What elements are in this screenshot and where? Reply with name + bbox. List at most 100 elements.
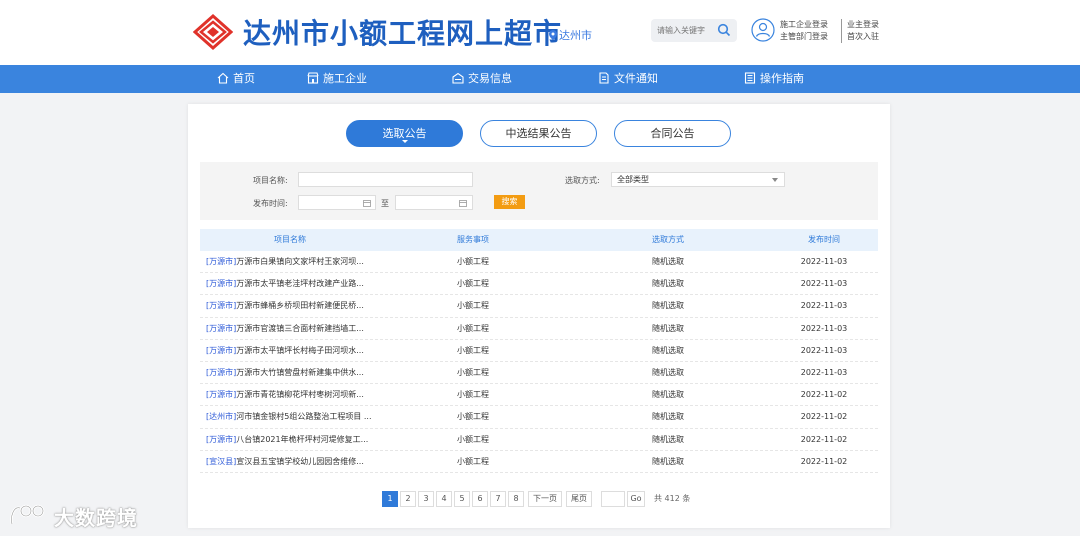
page-button[interactable]: 4: [436, 491, 452, 507]
project-name: 万源市官渡镇三合面村新建挡墙工...: [236, 323, 364, 333]
method-select-value: 全部类型: [617, 175, 649, 184]
table-row[interactable]: [万源市]万源市太平镇老洼坪村改建产业路... 小额工程 随机选取 2022-11-0…: [200, 273, 878, 296]
search-icon[interactable]: [717, 23, 731, 37]
login-links-group: 施工企业登录 主管部门登录: [780, 19, 828, 43]
table-row[interactable]: [万源市]万源市白果镇向文家坪村王家河坝... 小额工程 随机选取 2022-11-0…: [200, 251, 878, 274]
project-name: 八台镇2021年桅杆坪村河堤修复工...: [236, 434, 369, 444]
project-name-cell[interactable]: [万源市]万源市青花镇柳花坪村枣树河坝新...: [206, 384, 364, 406]
nav-item-contractors[interactable]: 施工企业: [307, 65, 367, 93]
table-row[interactable]: [宣汉县]宣汉县五宝镇学校幼儿园园舍维修... 小额工程 随机选取 2022-11-0…: [200, 451, 878, 473]
filter-area: 项目名称: 选取方式: 全部类型 发布时间: 至 搜索: [200, 162, 878, 220]
main-nav: 首页 施工企业 交易信息 文件通知 操作指南: [0, 65, 1080, 93]
project-name: 万源市太平镇坪长村梅子田河坝水...: [236, 345, 364, 355]
calendar-icon[interactable]: [363, 199, 371, 207]
contractor-login-link[interactable]: 施工企业登录: [780, 19, 828, 31]
search-box: [651, 19, 737, 42]
date-cell: 2022-11-03: [800, 345, 848, 355]
tab-label: 中选结果公告: [505, 127, 572, 140]
user-icon: [751, 18, 775, 42]
owner-login-link[interactable]: 业主登录: [847, 19, 879, 31]
search-input[interactable]: [657, 23, 713, 38]
method-label: 选取方式:: [565, 176, 600, 185]
project-name-cell[interactable]: [宣汉县]宣汉县五宝镇学校幼儿园园舍维修...: [206, 451, 364, 473]
date-cell: 2022-11-02: [800, 390, 848, 400]
service-cell: 小额工程: [457, 323, 489, 333]
project-name: 万源市白果镇向文家坪村王家河坝...: [236, 257, 364, 266]
first-entry-link[interactable]: 首次入驻: [847, 31, 879, 43]
method-select[interactable]: 全部类型: [611, 172, 785, 187]
last-page-button[interactable]: 尾页: [566, 491, 592, 507]
table-row[interactable]: [万源市]万源市大竹镇营盘村新建集中供水... 小额工程 随机选取 2022-11-0…: [200, 362, 878, 385]
city-label: 达州市: [559, 29, 592, 42]
region-tag: [宣汉县]: [206, 456, 237, 466]
tab-result-notice[interactable]: 中选结果公告: [480, 120, 597, 147]
city-selector[interactable]: 达州市: [549, 27, 592, 43]
table-row[interactable]: [万源市]八台镇2021年桅杆坪村河堤修复工... 小额工程 随机选取 2022-11…: [200, 429, 878, 451]
service-cell: 小额工程: [457, 345, 489, 355]
tab-selection-notice[interactable]: 选取公告: [346, 120, 463, 147]
project-name: 万源市大竹镇营盘村新建集中供水...: [236, 367, 364, 377]
page-button[interactable]: 3: [418, 491, 434, 507]
project-name: 万源市太平镇老洼坪村改建产业路...: [236, 279, 364, 289]
project-name-cell[interactable]: [万源市]万源市官渡镇三合面村新建挡墙工...: [206, 318, 364, 340]
nav-item-trade-info[interactable]: 交易信息: [452, 65, 512, 93]
project-name-cell[interactable]: [万源市]万源市大竹镇营盘村新建集中供水...: [206, 362, 364, 384]
region-tag: [万源市]: [206, 301, 237, 311]
watermark-logo-icon: [10, 504, 45, 525]
site-header: 达州市小额工程网上超市 达州市 施工企业登录 主管部门登录 业主登录 首次入驻: [0, 0, 1080, 65]
content-panel: 选取公告 中选结果公告 合同公告 项目名称: 选取方式: 全部类型 发布时间: …: [188, 104, 890, 528]
nav-item-home[interactable]: 首页: [217, 65, 255, 93]
project-name: 万源市青花镇柳花坪村枣树河坝新...: [236, 390, 364, 400]
table-row[interactable]: [万源市]万源市青花镇柳花坪村枣树河坝新... 小额工程 随机选取 2022-11-0…: [200, 384, 878, 407]
service-cell: 小额工程: [457, 367, 489, 377]
go-button[interactable]: Go: [627, 491, 645, 507]
table-row[interactable]: [万源市]万源市太平镇坪长村梅子田河坝水... 小额工程 随机选取 2022-11-0…: [200, 340, 878, 362]
calendar-icon[interactable]: [459, 199, 467, 207]
page-button[interactable]: 2: [400, 491, 416, 507]
region-tag: [万源市]: [206, 323, 237, 333]
region-tag: [万源市]: [206, 390, 237, 400]
project-name-cell[interactable]: [达州市]河市镇金银村5组公路整治工程项目 ...: [206, 406, 372, 428]
location-pin-icon: [549, 30, 557, 40]
service-cell: 小额工程: [457, 390, 489, 400]
nav-item-notices[interactable]: 文件通知: [598, 65, 658, 93]
store-icon: [307, 72, 319, 84]
to-label: 至: [381, 199, 389, 208]
column-header: 发布时间: [808, 235, 840, 244]
method-cell: 随机选取: [652, 390, 684, 400]
service-cell: 小额工程: [457, 279, 489, 289]
page-button[interactable]: 7: [490, 491, 506, 507]
project-name-cell[interactable]: [万源市]万源市太平镇老洼坪村改建产业路...: [206, 273, 364, 295]
nav-item-guide[interactable]: 操作指南: [744, 65, 804, 93]
dept-login-link[interactable]: 主管部门登录: [780, 31, 828, 43]
table-row[interactable]: [万源市]万源市官渡镇三合面村新建挡墙工... 小额工程 随机选取 2022-11-0…: [200, 318, 878, 340]
service-cell: 小额工程: [457, 412, 489, 422]
notice-table: 项目名称 服务事项 选取方式 发布时间 [万源市]万源市白果镇向文家坪村王家河坝…: [200, 229, 878, 473]
search-button[interactable]: 搜索: [494, 195, 525, 209]
page-button[interactable]: 5: [454, 491, 470, 507]
service-cell: 小额工程: [457, 456, 489, 466]
project-name-cell[interactable]: [万源市]八台镇2021年桅杆坪村河堤修复工...: [206, 429, 368, 451]
project-name-cell[interactable]: [万源市]万源市蜂桶乡桥坝田村新建便民桥...: [206, 295, 364, 317]
pagination: 1 2 3 4 5 6 7 8 下一页 尾页 Go 共 412 条: [382, 491, 712, 508]
project-name-cell[interactable]: [万源市]万源市太平镇坪长村梅子田河坝水...: [206, 340, 364, 362]
next-page-button[interactable]: 下一页: [528, 491, 562, 507]
method-cell: 随机选取: [652, 456, 684, 466]
chevron-down-icon: [772, 178, 778, 182]
page-button[interactable]: 6: [472, 491, 488, 507]
table-row[interactable]: [达州市]河市镇金银村5组公路整治工程项目 ... 小额工程 随机选取 2022-11…: [200, 406, 878, 429]
page-jump-input[interactable]: [601, 491, 625, 507]
tab-contract-notice[interactable]: 合同公告: [614, 120, 731, 147]
project-name-cell[interactable]: [万源市]万源市白果镇向文家坪村王家河坝...: [206, 251, 364, 273]
nav-item-label: 交易信息: [468, 72, 512, 85]
site-title: 达州市小额工程网上超市: [243, 17, 563, 50]
table-row[interactable]: [万源市]万源市蜂桶乡桥坝田村新建便民桥... 小额工程 随机选取 2022-11-0…: [200, 295, 878, 318]
method-cell: 随机选取: [652, 257, 684, 266]
tab-label: 合同公告: [650, 127, 695, 140]
project-name-input[interactable]: [298, 172, 473, 187]
date-cell: 2022-11-02: [800, 412, 848, 422]
nav-item-label: 施工企业: [323, 72, 367, 85]
page-button[interactable]: 1: [382, 491, 398, 507]
page-button[interactable]: 8: [508, 491, 524, 507]
service-cell: 小额工程: [457, 301, 489, 311]
